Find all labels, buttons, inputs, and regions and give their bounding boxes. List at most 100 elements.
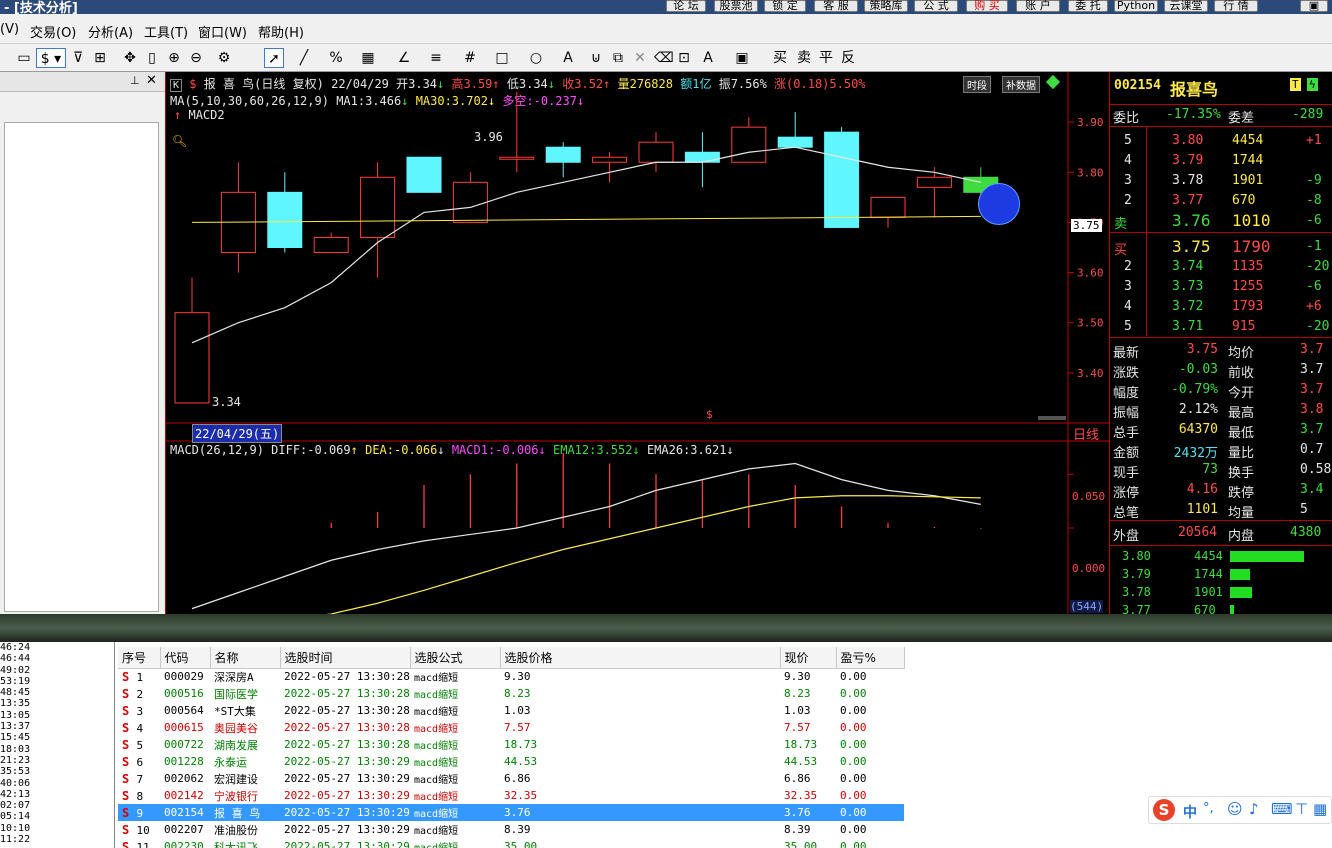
circle-tool-icon[interactable]: ○ [528,48,544,68]
trash-icon[interactable]: ⌫ [654,48,674,68]
pin-icon[interactable]: ⊥ [130,74,140,87]
table-row[interactable]: S 11 002230 科大讯飞 2022-05-27 13:30:29macd缩短 3… [118,838,904,848]
candle-body[interactable] [592,156,628,163]
copy-icon[interactable]: ⧉ [610,48,626,68]
time-list-item[interactable]: 18:03 [0,744,114,755]
column-icon[interactable]: ▯ [144,48,160,68]
candle-body[interactable] [638,141,674,163]
bid-row[interactable]: 4 3.72 1793 +6 [1110,297,1332,317]
time-list-item[interactable]: 49:02 [0,665,114,676]
time-list-item[interactable]: 13:37 [0,721,114,732]
emoji-icon[interactable]: ☺ [1227,800,1243,818]
time-list-item[interactable]: 42:13 [0,789,114,800]
top-button-11[interactable]: 行 情 [1214,0,1258,12]
candle-body[interactable] [916,176,952,188]
magnet-icon[interactable]: ⊍ [588,48,604,68]
top-button-8[interactable]: 委 托 [1068,0,1108,12]
time-list-item[interactable]: 13:05 [0,710,114,721]
pointer-icon[interactable]: ➚ [264,48,284,68]
microphone-icon[interactable]: ♪ [1249,800,1259,818]
table-row[interactable]: S 9 002154 报 喜 鸟 2022-05-27 13:30:29 macd缩短 3… [118,804,904,821]
menu-item-5[interactable]: 帮助(H) [258,22,304,41]
percent-tool-icon[interactable]: % [328,48,344,68]
sell-icon[interactable]: 卖 [796,48,812,68]
candle-body[interactable] [824,131,860,228]
sogou-logo-icon[interactable]: S [1153,799,1175,821]
menu-item-3[interactable]: 工具(T) [144,22,188,41]
currency-dropdown[interactable]: $ ▾ [36,48,66,68]
column-header-3[interactable]: 选股时间 [280,647,411,669]
table-row[interactable]: S 1 000029 深深房A 2022-05-27 13:30:28 macd缩短 9.… [118,668,904,685]
time-list[interactable]: 46:24 46:44 49:02 53:19 48:45 13:35 13:05 13:37… [0,642,115,848]
grid-tool-icon[interactable]: ▦ [360,48,376,68]
menu-item-4[interactable]: 窗口(W) [198,22,247,41]
column-header-2[interactable]: 名称 [210,647,281,669]
scrollbar[interactable] [1038,416,1066,420]
close-icon[interactable]: ✕ [146,73,157,88]
table-row[interactable]: S 6 001228 永泰运 2022-05-27 13:30:29 macd缩短 44.… [118,753,904,770]
level-tool-icon[interactable]: ≡ [428,48,444,68]
candle-body[interactable] [777,136,813,148]
time-list-item[interactable]: 40:06 [0,778,114,789]
time-list-item[interactable]: 15:45 [0,732,114,743]
kline-chart[interactable]: 3.903.803.703.603.503.40 [166,72,1110,614]
table-row[interactable]: S 2 000516 国际医学 2022-05-27 13:30:28 macd缩短 8.… [118,685,904,702]
column-header-6[interactable]: 现价 [780,647,837,669]
time-list-item[interactable]: 05:14 [0,811,114,822]
top-button-5[interactable]: 公 式 [914,0,958,12]
delete-icon[interactable]: ✕ [632,48,648,68]
candle-body[interactable] [731,126,767,163]
time-list-item[interactable]: 46:44 [0,653,114,664]
split-icon[interactable]: ⊞ [92,48,108,68]
line-tool-icon[interactable]: ╱ [296,48,312,68]
top-button-6[interactable]: 购 买 [966,0,1008,12]
angle-tool-icon[interactable]: ∠ [396,48,412,68]
top-button-7[interactable]: 账 户 [1016,0,1060,12]
ask-row[interactable]: 4 3.79 1744 [1110,151,1332,171]
candle-body[interactable] [406,156,442,193]
menu-item-0[interactable]: (V) [0,22,19,37]
keyboard-icon[interactable]: ⌨ [1271,800,1293,818]
flat-icon[interactable]: 平 [818,48,834,68]
shirt-icon[interactable]: ⊤ [1295,800,1308,818]
table-row[interactable]: S 7 002062 宏润建设 2022-05-27 13:30:29 macd缩短 6.… [118,770,904,787]
buy-icon[interactable]: 买 [772,48,788,68]
column-header-4[interactable]: 选股公式 [410,647,501,669]
t-icon[interactable]: T [1290,78,1301,91]
window-icon[interactable]: ▣ [1300,0,1328,12]
hash-tool-icon[interactable]: # [462,48,478,68]
table-row[interactable]: S 8 002142 宁波银行 2022-05-27 13:30:29 macd缩短 32… [118,787,904,804]
zoom-in-icon[interactable]: ⊕ [166,48,182,68]
bid-row[interactable]: 13.751790-1买 [1110,237,1332,258]
save-icon[interactable]: ▣ [734,48,750,68]
bid-row[interactable]: 5 3.71 915 -20 [1110,317,1332,337]
top-button-4[interactable]: 策略库 [864,0,908,12]
candle-body[interactable] [870,196,906,218]
bid-row[interactable]: 3 3.73 1255 -6 [1110,277,1332,297]
filter-icon[interactable]: ⊽ [70,48,86,68]
menu-item-1[interactable]: 交易(O) [30,22,76,41]
time-list-item[interactable]: 10:10 [0,823,114,834]
menu-item-2[interactable]: 分析(A) [88,22,133,41]
top-button-1[interactable]: 股票池 [714,0,758,12]
candle-body[interactable] [313,236,349,254]
gear-icon[interactable]: ⚙ [216,48,232,68]
top-button-2[interactable]: 锁 定 [764,0,806,12]
candle-body[interactable] [174,312,210,404]
ask-row[interactable]: 3 3.78 1901 -9 [1110,171,1332,191]
time-list-item[interactable]: 02:07 [0,800,114,811]
time-list-item[interactable]: 21:23 [0,755,114,766]
time-list-item[interactable]: 11:22 [0,834,114,845]
period-label[interactable]: 日线 [1073,424,1099,443]
color-icon[interactable]: A [700,48,716,68]
left-pane-list[interactable] [4,122,159,612]
time-list-item[interactable]: 53:19 [0,676,114,687]
candle-body[interactable] [267,191,303,248]
current-bar-marker[interactable] [978,183,1020,225]
page-icon[interactable]: ▭ [16,48,32,68]
chart-area[interactable]: K $ 报 喜 鸟(日线 复权) 22/04/29 开3.34↓ 高3.59↑ … [165,72,1110,614]
lock-icon[interactable]: ⊡ [676,48,692,68]
table-row[interactable]: S 3 000564 *ST大集 2022-05-27 13:30:28 macd缩短 1… [118,702,904,719]
candle-body[interactable] [360,176,396,238]
candle-body[interactable] [452,181,488,223]
